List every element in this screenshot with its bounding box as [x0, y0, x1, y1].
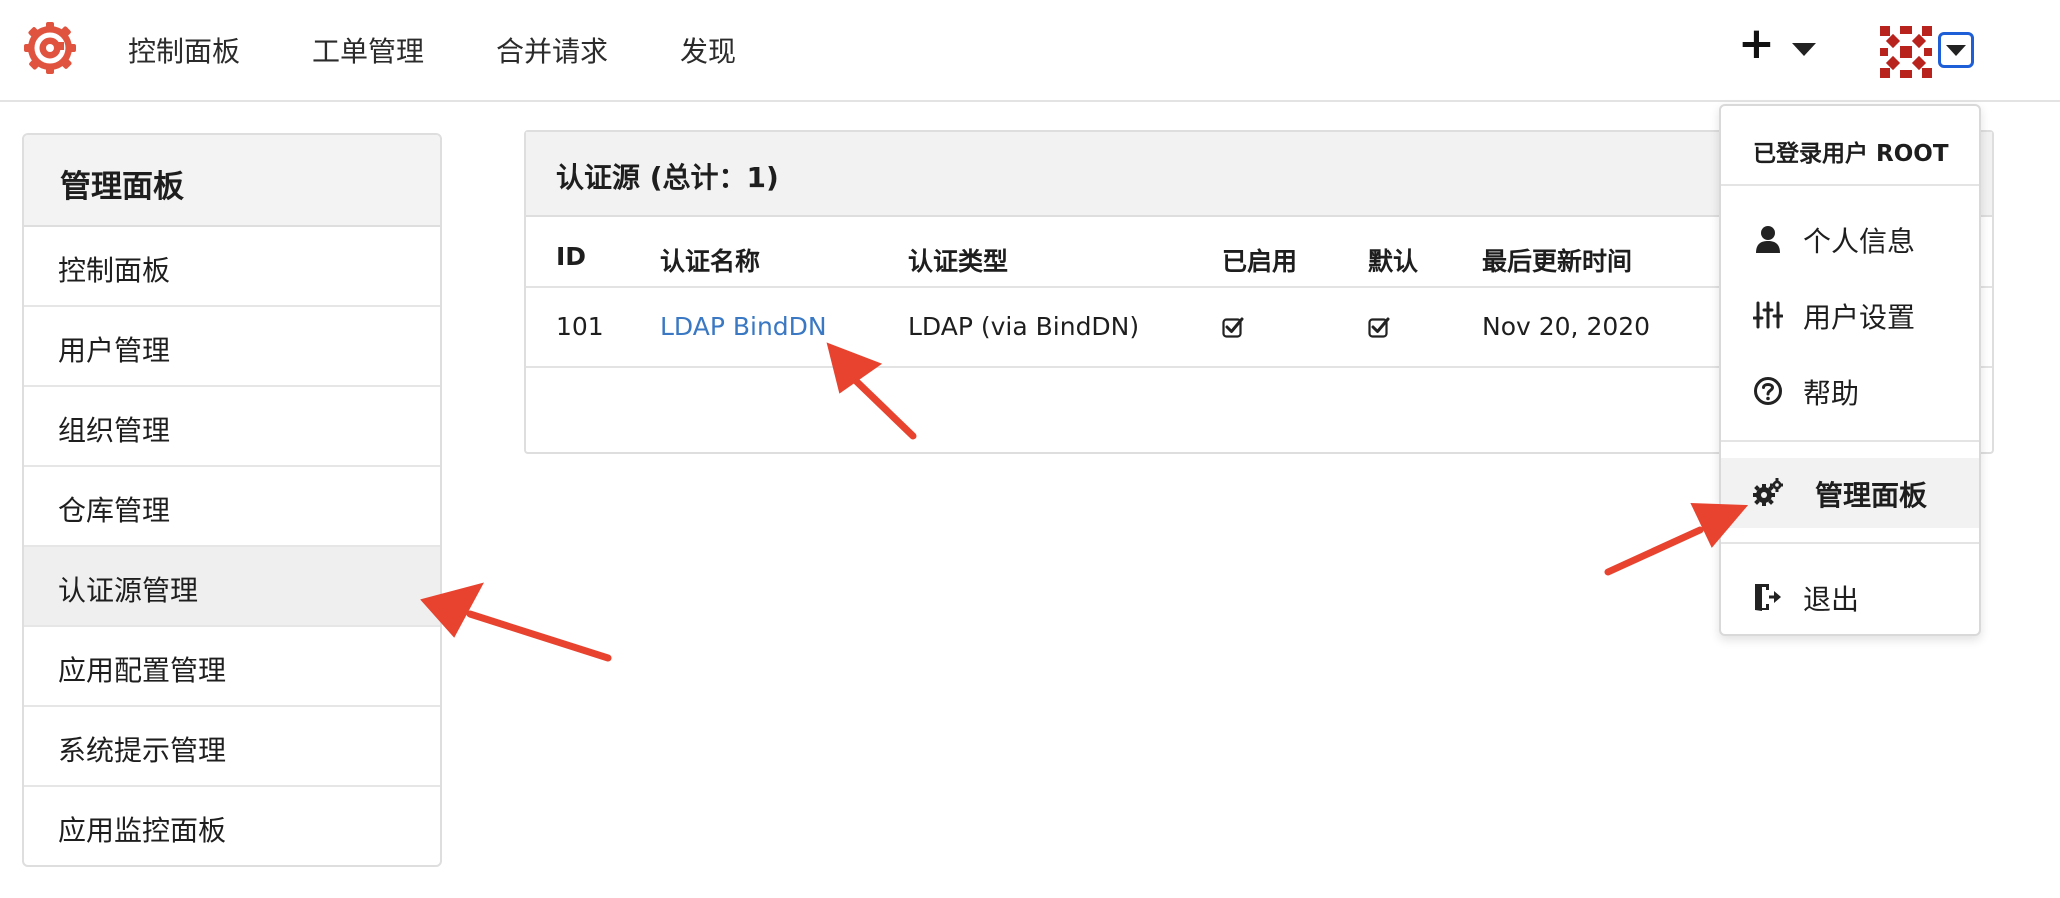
sidebar-item-config[interactable]: 应用配置管理 [24, 627, 440, 707]
menu-item-label: 帮助 [1803, 377, 1860, 410]
column-header-updated: 最后更新时间 [1482, 247, 1633, 276]
column-header-name: 认证名称 [660, 247, 761, 276]
cell-updated: Nov 20, 2020 [1482, 312, 1651, 341]
column-header-type: 认证类型 [908, 247, 1009, 276]
dropdown-divider [1721, 440, 1979, 442]
menu-item-help[interactable]: 帮助 [1721, 356, 1979, 426]
menu-item-profile[interactable]: 个人信息 [1721, 204, 1979, 274]
menu-item-label: 个人信息 [1803, 225, 1916, 258]
sidebar-title: 管理面板 [24, 135, 440, 227]
question-circle-icon [1754, 377, 1782, 405]
menu-item-site-admin[interactable]: 管理面板 [1721, 458, 1979, 528]
sliders-icon [1753, 301, 1783, 329]
sidebar-item-repositories[interactable]: 仓库管理 [24, 467, 440, 547]
default-check-icon [1368, 317, 1390, 338]
menu-item-settings[interactable]: 用户设置 [1721, 280, 1979, 350]
admin-sidebar: 管理面板 控制面板 用户管理 组织管理 仓库管理 认证源管理 应用配置管理 系统… [22, 133, 442, 867]
arrow-to-admin [1604, 526, 1704, 576]
auth-source-link[interactable]: LDAP BindDN [660, 312, 827, 341]
user-caret-down-icon [1946, 45, 1966, 56]
menu-item-label: 管理面板 [1815, 479, 1928, 512]
sidebar-item-organizations[interactable]: 组织管理 [24, 387, 440, 467]
column-header-default: 默认 [1368, 247, 1419, 276]
user-dropdown-menu: 已登录用户 ROOT 个人信息 用户设置 帮助 管理面板 退出 [1719, 104, 1981, 636]
top-navbar: 控制面板 工单管理 合并请求 发现 + [0, 0, 2060, 102]
menu-item-label: 退出 [1803, 583, 1860, 616]
user-avatar[interactable] [1880, 26, 1932, 78]
column-header-enabled: 已启用 [1222, 247, 1298, 276]
cell-id: 101 [556, 312, 604, 341]
cell-type: LDAP (via BindDN) [908, 312, 1140, 341]
user-menu-toggle[interactable] [1938, 32, 1974, 68]
nav-dashboard[interactable]: 控制面板 [128, 30, 240, 70]
nav-explore[interactable]: 发现 [680, 30, 736, 70]
gitea-logo-icon[interactable] [22, 20, 78, 76]
nav-issues[interactable]: 工单管理 [312, 30, 424, 70]
menu-item-sign-out[interactable]: 退出 [1721, 562, 1979, 632]
sidebar-item-authentication-sources[interactable]: 认证源管理 [24, 547, 440, 627]
column-header-id: ID [556, 242, 587, 271]
sidebar-item-users[interactable]: 用户管理 [24, 307, 440, 387]
create-plus-icon[interactable]: + [1738, 22, 1775, 66]
dropdown-divider [1721, 542, 1979, 544]
enabled-check-icon [1222, 317, 1244, 338]
dropdown-divider [1721, 184, 1979, 186]
gears-icon [1753, 478, 1783, 506]
user-icon [1756, 226, 1780, 253]
signed-in-header: 已登录用户 ROOT [1753, 141, 1949, 167]
sidebar-item-dashboard[interactable]: 控制面板 [24, 227, 440, 307]
menu-item-label: 用户设置 [1803, 301, 1916, 334]
nav-pull-requests[interactable]: 合并请求 [496, 30, 608, 70]
sign-out-icon [1755, 584, 1781, 611]
sidebar-item-notices[interactable]: 系统提示管理 [24, 707, 440, 787]
create-caret-down-icon[interactable] [1792, 43, 1816, 56]
sidebar-item-monitor[interactable]: 应用监控面板 [24, 787, 440, 865]
arrow-to-sidebar [466, 610, 612, 662]
